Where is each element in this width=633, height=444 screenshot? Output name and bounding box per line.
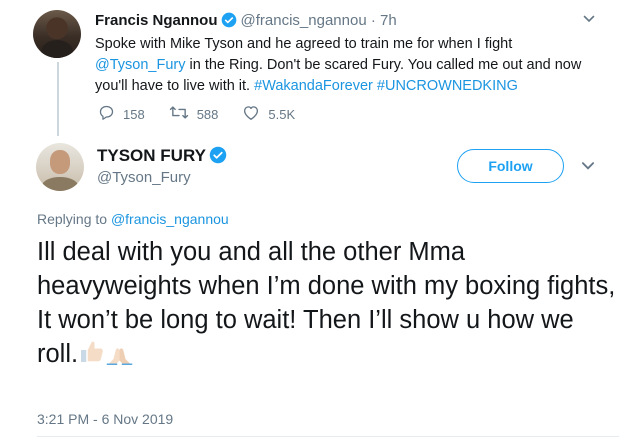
tweet2-author-handle[interactable]: @Tyson_Fury [97, 169, 191, 186]
like-button[interactable]: 5.5K [242, 104, 295, 124]
chevron-down-icon[interactable] [582, 12, 596, 31]
verified-badge-icon [209, 146, 227, 169]
tweet2-author-row: TYSON FURY [97, 146, 231, 169]
tweet2-timestamp[interactable]: 3:21 PM - 6 Nov 2019 [37, 411, 173, 427]
like-count: 5.5K [268, 106, 296, 122]
retweet-count: 588 [196, 106, 219, 122]
reply-count: 158 [123, 106, 145, 122]
retweet-icon [169, 104, 197, 124]
hashtag-link[interactable]: #WakandaForever [254, 78, 373, 94]
tweet1-header: Francis Ngannou @francis_ngannou · 7h [95, 11, 397, 34]
tweet1-text-part: Spoke with Mike Tyson and he agreed to t… [95, 36, 513, 52]
thread-connector-line [57, 62, 59, 136]
tweet1-text: Spoke with Mike Tyson and he agreed to t… [95, 34, 605, 97]
tweet1-separator: · [370, 12, 376, 29]
tweet1-author-handle[interactable]: @francis_ngannou [241, 12, 367, 29]
hashtag-link[interactable]: #UNCROWNEDKING [377, 78, 518, 94]
chevron-down-icon[interactable] [580, 158, 596, 179]
heart-icon [242, 104, 268, 124]
francis-ngannou-avatar[interactable] [33, 10, 81, 58]
replying-to-line: Replying to @francis_ngannou [37, 211, 229, 227]
replying-to-link[interactable]: @francis_ngannou [111, 211, 229, 227]
tweet2-text: Ill deal with you and all the other Mma … [37, 235, 617, 374]
thumbs-up-emoji [78, 338, 105, 374]
tweet2-text-line: Ill deal with you and all the other Mma … [37, 238, 616, 300]
mention-link[interactable]: @Tyson_Fury [95, 57, 185, 73]
tweet1-author-name[interactable]: Francis Ngannou [95, 12, 218, 29]
retweet-button[interactable]: 588 [169, 104, 219, 124]
verified-badge-icon [221, 12, 237, 34]
tweet2-author-name[interactable]: TYSON FURY [97, 146, 206, 165]
divider [37, 436, 619, 437]
tyson-fury-avatar[interactable] [36, 143, 84, 191]
follow-button[interactable]: Follow [457, 149, 564, 183]
tweet1-action-bar: 158 588 5.5K [98, 104, 319, 124]
tweet2-text-line-2: It won’t be long to wait! Then I’ll show… [37, 303, 617, 374]
folded-hands-emoji [105, 338, 134, 374]
tweet1-timestamp[interactable]: 7h [380, 12, 397, 29]
reply-button[interactable]: 158 [98, 104, 145, 124]
replying-prefix: Replying to [37, 211, 111, 227]
reply-icon [98, 104, 123, 124]
